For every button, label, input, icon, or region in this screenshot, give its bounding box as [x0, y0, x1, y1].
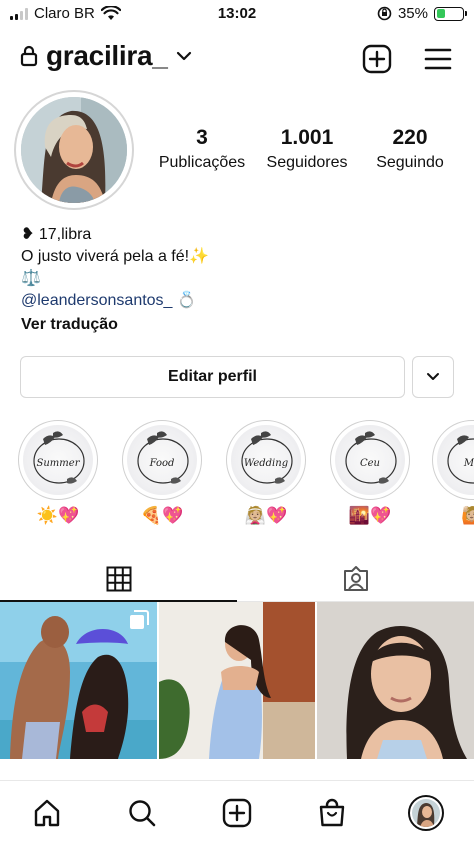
posts-label: Publicações — [158, 154, 246, 171]
post-thumbnail[interactable] — [0, 602, 157, 759]
account-switcher[interactable]: gracilira_ — [20, 40, 192, 72]
highlight-emoji: 🌇💖 — [348, 506, 392, 526]
highlight-cover: Food — [122, 420, 202, 500]
profile-avatar — [408, 795, 444, 831]
profile-tabs — [0, 556, 474, 602]
menu-icon — [424, 48, 452, 70]
menu-button[interactable] — [421, 42, 455, 76]
highlight-summer[interactable]: Summer ☀️💖 — [18, 420, 98, 526]
bio-line-1: ❥ 17,libra — [21, 226, 92, 243]
edit-profile-button[interactable]: Editar perfil — [20, 356, 405, 398]
profile-stats: 3 Publicações 1.001 Seguidores 220 Segui… — [150, 126, 460, 172]
highlight-title: Ma — [463, 458, 474, 469]
highlight-ma[interactable]: Ma 🙋🏼 — [432, 420, 474, 526]
profile-header: gracilira_ — [0, 36, 474, 80]
battery-icon — [434, 6, 467, 21]
status-bar: Claro BR 13:02 35% — [0, 0, 474, 26]
highlight-emoji: ☀️💖 — [36, 506, 80, 526]
username: gracilira_ — [46, 40, 168, 71]
tab-tagged[interactable] — [237, 556, 474, 601]
chevron-down-icon — [427, 373, 439, 380]
following-count: 220 — [392, 126, 428, 149]
add-post-icon — [362, 44, 392, 74]
multiple-photos-icon — [130, 610, 149, 629]
posts-grid — [0, 602, 474, 759]
lock-icon — [20, 45, 38, 67]
highlight-title: Summer — [36, 458, 80, 469]
bio-line-2: O justo viverá pela a fé!✨ — [21, 248, 210, 265]
story-highlights: Summer ☀️💖 Food 🍕💖 Wedding 👰🏼💖 Ceu 🌇💖 Ma… — [0, 420, 474, 530]
highlight-emoji: 🍕💖 — [140, 506, 184, 526]
add-post-button[interactable] — [360, 42, 394, 76]
discover-people-button[interactable] — [412, 356, 454, 398]
bottom-navigation — [0, 780, 474, 843]
posts-count: 3 — [196, 126, 208, 149]
highlight-ceu[interactable]: Ceu 🌇💖 — [330, 420, 410, 526]
grid-icon — [106, 566, 131, 591]
followers-label: Seguidores — [266, 154, 348, 171]
search-icon — [129, 800, 156, 827]
profile-avatar[interactable] — [14, 90, 134, 210]
orientation-lock-icon — [377, 6, 392, 21]
highlight-title: Food — [149, 458, 175, 469]
battery-percent: 35% — [397, 5, 428, 22]
home-icon — [34, 799, 60, 827]
mention-link[interactable]: @leandersonsantos_ — [21, 292, 172, 309]
tagged-icon — [343, 565, 368, 591]
highlight-emoji: 🙋🏼 — [461, 506, 474, 526]
highlight-wedding[interactable]: Wedding 👰🏼💖 — [226, 420, 306, 526]
post-thumbnail[interactable] — [159, 602, 315, 759]
highlight-cover: Ceu — [330, 420, 410, 500]
nav-profile[interactable] — [408, 795, 444, 831]
followers-count: 1.001 — [280, 126, 334, 149]
posts-stat[interactable]: 3 Publicações — [150, 126, 254, 172]
nav-search[interactable] — [126, 797, 158, 829]
highlight-emoji: 👰🏼💖 — [244, 506, 288, 526]
tab-posts-grid[interactable] — [0, 556, 237, 602]
battery-area: 35% — [377, 5, 467, 22]
highlight-food[interactable]: Food 🍕💖 — [122, 420, 202, 526]
highlight-cover: Ma — [432, 420, 474, 500]
see-translation-link[interactable]: Ver tradução — [21, 314, 209, 336]
highlight-cover: Wedding — [226, 420, 306, 500]
ring-emoji: 💍 — [176, 292, 197, 309]
shop-icon — [319, 798, 345, 827]
post-thumbnail[interactable] — [317, 602, 474, 759]
highlight-title: Ceu — [359, 458, 380, 469]
profile-bio: ❥ 17,libra O justo viverá pela a fé!✨ ⚖️… — [21, 224, 209, 336]
nav-home[interactable] — [31, 797, 63, 829]
highlight-title: Wedding — [243, 458, 289, 469]
followers-stat[interactable]: 1.001 Seguidores — [254, 126, 360, 172]
nav-create[interactable] — [221, 797, 253, 829]
following-stat[interactable]: 220 Seguindo — [360, 126, 460, 172]
chevron-down-icon — [176, 51, 191, 61]
nav-shop[interactable] — [316, 797, 348, 829]
create-icon — [222, 798, 252, 828]
bio-line-3: ⚖️ — [21, 270, 41, 287]
following-label: Seguindo — [376, 154, 444, 171]
bio-mention-row: @leandersonsantos_ 💍 — [21, 290, 209, 312]
highlight-cover: Summer — [18, 420, 98, 500]
profile-photo — [21, 97, 127, 203]
